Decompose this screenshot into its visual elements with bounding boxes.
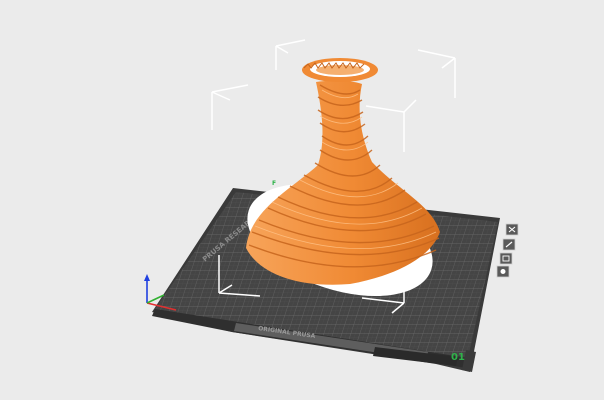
layers-icon[interactable] xyxy=(499,252,513,265)
arrange-icon[interactable] xyxy=(496,265,510,278)
plate-toolbar xyxy=(496,223,519,278)
close-icon[interactable] xyxy=(505,223,519,236)
plate-back-label: F xyxy=(272,180,276,187)
edit-icon[interactable] xyxy=(502,238,516,251)
plate-corner-label: 01 xyxy=(451,352,465,363)
3d-viewport[interactable]: PRUSA RESEARCH ORIGINAL PRUSA 01 F xyxy=(0,0,604,400)
